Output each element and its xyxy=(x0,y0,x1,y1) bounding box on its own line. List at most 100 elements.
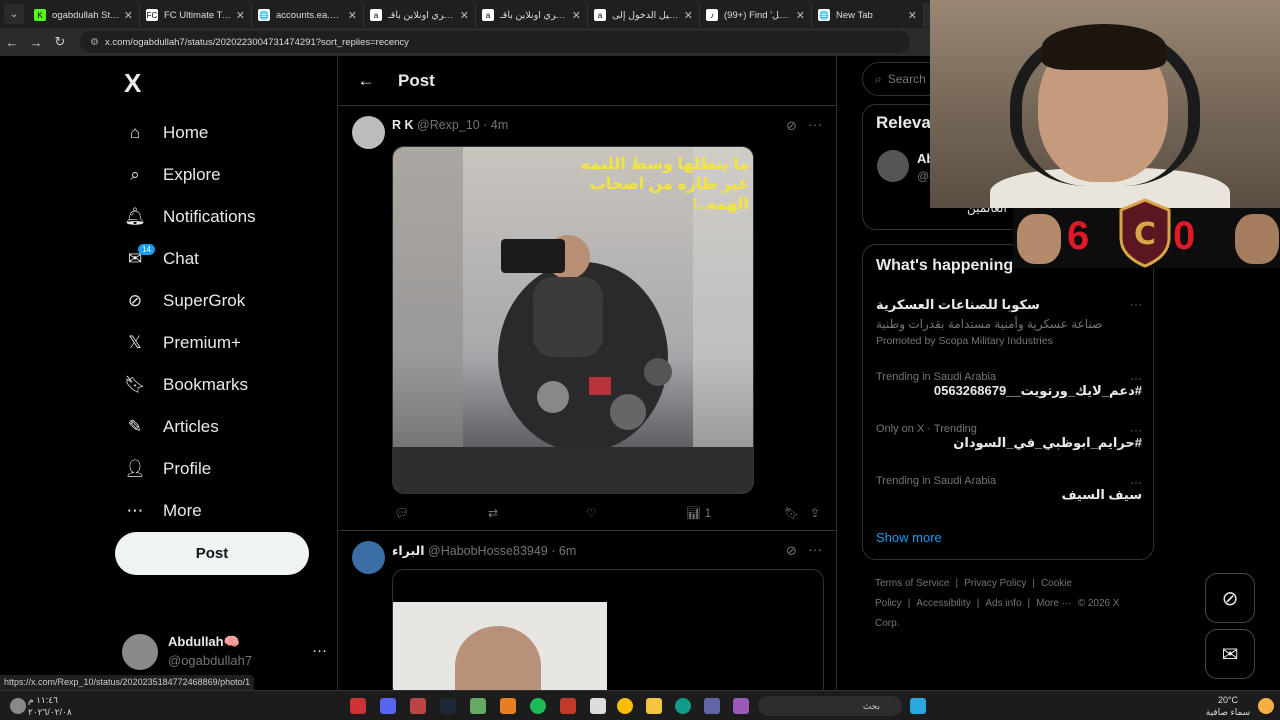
app-icon[interactable] xyxy=(500,698,516,714)
avatar[interactable] xyxy=(352,541,385,574)
sidebar-item-explore[interactable]: ⌕ Explore xyxy=(122,154,322,196)
tab-close-icon[interactable]: ✕ xyxy=(236,9,245,22)
browser-tab[interactable]: a تسجيل الدخول إلى ... ✕ xyxy=(588,3,700,27)
tweet-time[interactable]: · 4m xyxy=(483,118,508,132)
browser-tab[interactable]: Kogabdullah Stream ✕ xyxy=(28,3,140,27)
spotify-icon[interactable] xyxy=(530,698,546,714)
views-icon[interactable]: 📊︎ 1 xyxy=(686,506,711,520)
tweet-author-name[interactable]: R K xyxy=(392,118,414,132)
tab-close-icon[interactable]: ✕ xyxy=(796,9,805,22)
x-logo-icon[interactable]: X xyxy=(124,68,141,99)
tab-close-icon[interactable]: ✕ xyxy=(908,9,917,22)
tweet-time[interactable]: · 6m xyxy=(551,544,576,558)
app-icon[interactable] xyxy=(350,698,366,714)
tab-list-dropdown-icon[interactable]: ⌄ xyxy=(4,4,24,24)
browser-tab[interactable]: FC FC Ultimate Team ✕ xyxy=(140,3,252,27)
sidebar-item-bookmarks[interactable]: 🔖︎ Bookmarks xyxy=(122,364,322,406)
retweet-icon[interactable]: ⇄ xyxy=(488,506,498,520)
site-info-icon[interactable]: ⚙ xyxy=(90,37,99,48)
avatar[interactable] xyxy=(352,116,385,149)
sidebar-item-articles[interactable]: ✎ Articles xyxy=(122,406,322,448)
tab-favicon-icon: 🌐 xyxy=(818,9,830,21)
browser-tab[interactable]: a اشتري اونلاين بأقـ... ✕ xyxy=(476,3,588,27)
windows-start-icon[interactable] xyxy=(910,698,926,714)
browser-tab[interactable]: a اشتري اونلاين بأقـ... ✕ xyxy=(364,3,476,27)
grok-icon[interactable]: ⊘ xyxy=(786,118,797,134)
share-icon[interactable]: ⇪ xyxy=(810,506,820,520)
messages-fab-icon[interactable]: ✉ xyxy=(1205,629,1255,679)
tweet-author-handle[interactable]: @Rexp_10 xyxy=(417,118,480,132)
like-icon[interactable]: ♡ xyxy=(586,506,597,520)
forward-arrow-icon[interactable]: → xyxy=(24,35,48,50)
tab-close-icon[interactable]: ✕ xyxy=(124,9,133,22)
browser-tab[interactable]: 🌐 accounts.ea.com ✕ xyxy=(252,3,364,27)
back-arrow-icon[interactable]: ← xyxy=(346,71,386,91)
app-icon[interactable] xyxy=(560,698,576,714)
tweet-author-handle[interactable]: @HabobHosse83949 xyxy=(428,544,548,558)
reply-icon[interactable]: 💬︎ xyxy=(394,506,409,520)
discord-icon[interactable] xyxy=(380,698,396,714)
tweet[interactable]: R K @Rexp_10 · 4m ⊘ ··· ما ينطلها وسط ال… xyxy=(338,106,836,531)
grok-icon[interactable]: ⊘ xyxy=(786,543,797,559)
copilot-icon[interactable] xyxy=(733,698,749,714)
app-icon[interactable] xyxy=(470,698,486,714)
tab-label: تسجيل الدخول إلى ... xyxy=(612,9,680,21)
sidebar-item-profile[interactable]: 👤︎ Profile xyxy=(122,448,322,490)
tweet-media[interactable] xyxy=(392,569,824,699)
footer-link[interactable]: Terms of Service xyxy=(875,578,949,589)
sidebar-item-more[interactable]: ⋯ More xyxy=(122,490,322,532)
back-arrow-icon[interactable]: ← xyxy=(0,35,24,50)
sidebar-item-home[interactable]: ⌂ Home xyxy=(122,112,322,154)
moon-icon[interactable] xyxy=(1258,698,1274,714)
footer-link[interactable]: Accessibility xyxy=(916,598,970,609)
address-bar[interactable]: ⚙ x.com/ogabdullah7/status/2020223004731… xyxy=(80,31,910,53)
weather-icon[interactable] xyxy=(10,698,26,714)
footer-link[interactable]: More ··· xyxy=(1036,598,1072,609)
steam-icon[interactable] xyxy=(440,698,456,714)
more-icon[interactable]: ··· xyxy=(808,116,822,132)
taskbar-search[interactable]: بحث xyxy=(758,696,902,716)
bookmark-icon[interactable]: 🔖︎ xyxy=(784,506,799,520)
grok-fab-icon[interactable]: ⊘ xyxy=(1205,573,1255,623)
sidebar-item-notifications[interactable]: 🔔︎ Notifications xyxy=(122,196,322,238)
sidebar-item-premium[interactable]: 𝕏 Premium+ xyxy=(122,322,322,364)
account-switcher[interactable]: Abdullah🧠 @ogabdullah7 ··· xyxy=(122,634,327,674)
tweet[interactable]: البراء @HabobHosse83949 · 6m ⊘ ··· xyxy=(338,531,836,699)
footer-separator: | xyxy=(1032,578,1035,589)
post-button[interactable]: Post xyxy=(115,532,309,575)
more-icon[interactable]: ··· xyxy=(1130,371,1142,385)
tab-close-icon[interactable]: ✕ xyxy=(348,9,357,22)
footer-link[interactable]: Ads info xyxy=(985,598,1021,609)
trend-item[interactable]: Trending in Saudi Arabia #دعم_لايك_ورتوي… xyxy=(876,371,1142,399)
tweet-author-name[interactable]: البراء xyxy=(392,544,425,558)
more-icon[interactable]: ··· xyxy=(1130,475,1142,489)
folder-icon[interactable] xyxy=(646,698,662,714)
tab-close-icon[interactable]: ✕ xyxy=(572,9,581,22)
teams-icon[interactable] xyxy=(704,698,720,714)
trend-item[interactable]: Trending in Saudi Arabia سيف السيف ··· xyxy=(876,475,1142,503)
trend-title: #دعم_لايك_ورتويت__0563268679 xyxy=(933,383,1142,398)
taskbar-weather[interactable]: 20°C سماء صافية xyxy=(1198,694,1258,718)
sidebar-item-chat[interactable]: ✉ 14 Chat xyxy=(122,238,322,280)
trend-item[interactable]: Only on X · Trending #حرايم_ابوظبي_في_ال… xyxy=(876,423,1142,451)
account-more-icon[interactable]: ··· xyxy=(312,642,327,659)
show-more-link[interactable]: Show more xyxy=(876,530,942,545)
more-icon[interactable]: ··· xyxy=(808,541,822,557)
app-icon[interactable] xyxy=(410,698,426,714)
sidebar-item-supergrok[interactable]: ⊘ SuperGrok xyxy=(122,280,322,322)
app-icon[interactable] xyxy=(590,698,606,714)
more-icon[interactable]: ··· xyxy=(1130,297,1142,311)
footer-link[interactable]: Privacy Policy xyxy=(964,578,1026,589)
trend-item[interactable]: سكوبا للصناعات العسكرية صناعة عسكرية وأم… xyxy=(876,297,1142,347)
chrome-icon[interactable] xyxy=(617,698,633,714)
browser-tab[interactable]: ♪ (99+) Find 'التشكل... ✕ xyxy=(700,3,812,27)
tweet-media[interactable]: ما ينطلها وسط الليمه غير طاره من اصحاب ا… xyxy=(392,146,754,494)
edge-icon[interactable] xyxy=(675,698,691,714)
tab-close-icon[interactable]: ✕ xyxy=(460,9,469,22)
browser-tab[interactable]: 🌐 New Tab ✕ xyxy=(812,3,924,27)
avatar[interactable] xyxy=(877,150,909,182)
tab-close-icon[interactable]: ✕ xyxy=(684,9,693,22)
tab-label: accounts.ea.com xyxy=(276,9,344,21)
more-icon[interactable]: ··· xyxy=(1130,423,1142,437)
reload-icon[interactable]: ↻ xyxy=(48,34,72,50)
